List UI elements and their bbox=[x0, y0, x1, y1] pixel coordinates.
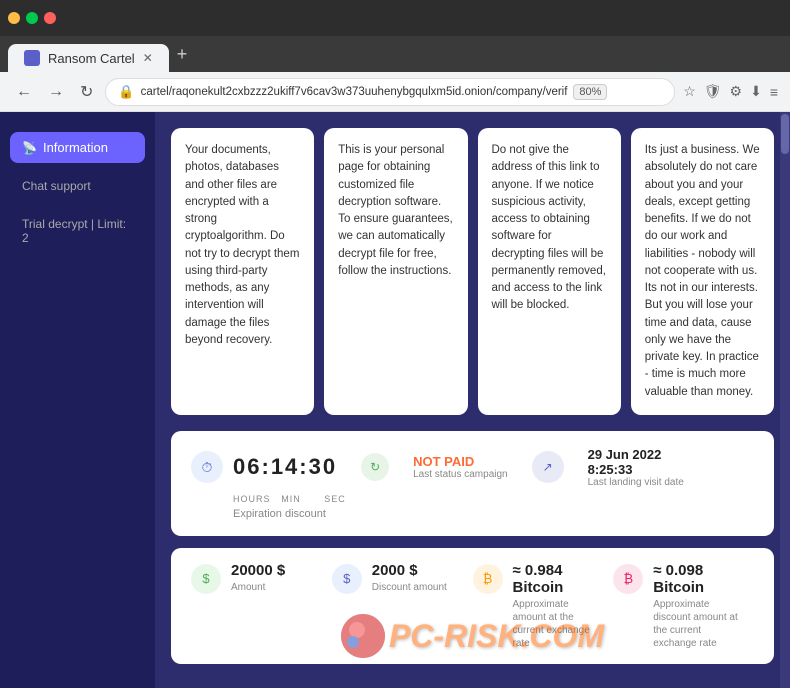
card-4: Its just a business. We absolutely do no… bbox=[631, 128, 774, 415]
timer-block: ⏱ 06:14:30 bbox=[191, 451, 337, 483]
main-area: Your documents, photos, databases and ot… bbox=[155, 112, 790, 688]
reload-button[interactable]: ↻ bbox=[76, 78, 97, 106]
amount-label-4: Approximate discount amount at the curre… bbox=[653, 598, 738, 650]
title-bar bbox=[0, 0, 790, 36]
amount-value-2: 2000 $ bbox=[372, 562, 447, 579]
timer-row: ⏱ 06:14:30 ↻ NOT PAID Last status campai… bbox=[191, 447, 754, 488]
download-icon[interactable]: ⬇ bbox=[750, 83, 762, 100]
toolbar-icons: ☆ 🛡 ⚙ ⬇ ≡ bbox=[683, 83, 778, 100]
minutes-label: MIN bbox=[277, 494, 305, 504]
bitcoin-icon-1: ₿ bbox=[473, 564, 503, 594]
page-wrapper: 📡 Information Chat support Trial decrypt… bbox=[0, 112, 790, 688]
url-text: cartel/raqonekult2cxbzzz2ukiff7v6cav3w37… bbox=[141, 86, 568, 98]
card-2-text: This is your personal page for obtaining… bbox=[338, 144, 452, 277]
page-content: 📡 Information Chat support Trial decrypt… bbox=[0, 112, 790, 688]
date-block: 29 Jun 2022 8:25:33 Last landing visit d… bbox=[588, 447, 684, 488]
address-bar: ← → ↻ 🔒 cartel/raqonekult2cxbzzz2ukiff7v… bbox=[0, 72, 790, 112]
new-tab-button[interactable]: + bbox=[169, 40, 196, 69]
shield-icon: 🛡 bbox=[704, 83, 722, 100]
amount-label-1: Amount bbox=[231, 581, 285, 594]
sidebar-item-chat[interactable]: Chat support bbox=[10, 171, 145, 201]
date-sub: Last landing visit date bbox=[588, 477, 684, 488]
close-button[interactable] bbox=[44, 12, 56, 24]
amount-label-3: Approximate amount at the current exchan… bbox=[513, 598, 598, 650]
timer-minutes: 14 bbox=[271, 454, 299, 479]
card-1: Your documents, photos, databases and ot… bbox=[171, 128, 314, 415]
forward-button[interactable]: → bbox=[44, 79, 68, 105]
amounts-row: $ 20000 $ Amount $ 2000 $ Discount amoun… bbox=[171, 548, 774, 664]
timer-digits: 06:14:30 bbox=[233, 454, 337, 480]
sidebar-item-information[interactable]: 📡 Information bbox=[10, 132, 145, 163]
bitcoin-icon-2: ₿ bbox=[613, 564, 643, 594]
status-block: NOT PAID Last status campaign bbox=[413, 454, 508, 480]
zoom-badge: 80% bbox=[573, 84, 607, 100]
card-1-text: Your documents, photos, databases and ot… bbox=[185, 144, 299, 346]
date-value: 29 Jun 2022 8:25:33 bbox=[588, 447, 684, 477]
amount-value-3: ≈ 0.984 Bitcoin bbox=[513, 562, 598, 596]
expiration-label: Expiration discount bbox=[233, 508, 754, 520]
status-sub: Last status campaign bbox=[413, 469, 508, 480]
minimize-button[interactable] bbox=[8, 12, 20, 24]
amount-block-3: ₿ ≈ 0.984 Bitcoin Approximate amount at … bbox=[473, 562, 614, 650]
trending-icon: ↗ bbox=[532, 451, 564, 483]
card-4-text: Its just a business. We absolutely do no… bbox=[645, 144, 760, 398]
amount-label-2: Discount amount bbox=[372, 581, 447, 594]
active-tab[interactable]: Ransom Cartel ✕ bbox=[8, 44, 169, 72]
card-3-text: Do not give the address of this link to … bbox=[492, 144, 606, 311]
scrollbar[interactable] bbox=[780, 112, 790, 688]
timer-hours: 06 bbox=[233, 454, 261, 479]
sidebar-trial-label: Trial decrypt | Limit: 2 bbox=[22, 217, 126, 245]
radio-icon: 📡 bbox=[22, 141, 37, 155]
sidebar: 📡 Information Chat support Trial decrypt… bbox=[0, 112, 155, 688]
url-box[interactable]: 🔒 cartel/raqonekult2cxbzzz2ukiff7v6cav3w… bbox=[105, 78, 675, 106]
sidebar-item-trial[interactable]: Trial decrypt | Limit: 2 bbox=[10, 209, 145, 253]
status-not-paid: NOT PAID bbox=[413, 454, 508, 469]
tab-title: Ransom Cartel bbox=[48, 51, 135, 66]
timer-seconds: 30 bbox=[309, 454, 337, 479]
window-controls bbox=[8, 12, 56, 24]
timer-section: ⏱ 06:14:30 ↻ NOT PAID Last status campai… bbox=[171, 431, 774, 536]
browser-frame: Ransom Cartel ✕ + ← → ↻ 🔒 cartel/raqonek… bbox=[0, 0, 790, 688]
cards-row: Your documents, photos, databases and ot… bbox=[171, 128, 774, 415]
tab-bar: Ransom Cartel ✕ + bbox=[0, 36, 790, 72]
clock-icon: ⏱ bbox=[191, 451, 223, 483]
back-button[interactable]: ← bbox=[12, 79, 36, 105]
tab-close-button[interactable]: ✕ bbox=[143, 51, 153, 65]
sidebar-chat-label: Chat support bbox=[22, 179, 91, 193]
amount-block-1: $ 20000 $ Amount bbox=[191, 562, 332, 650]
bookmark-icon[interactable]: ☆ bbox=[683, 83, 696, 100]
sidebar-information-label: Information bbox=[43, 140, 108, 155]
menu-icon[interactable]: ≡ bbox=[770, 84, 778, 100]
amount-block-2: $ 2000 $ Discount amount bbox=[332, 562, 473, 650]
amount-block-4: ₿ ≈ 0.098 Bitcoin Approximate discount a… bbox=[613, 562, 754, 650]
maximize-button[interactable] bbox=[26, 12, 38, 24]
dollar-icon-2: $ bbox=[332, 564, 362, 594]
dollar-icon-1: $ bbox=[191, 564, 221, 594]
seconds-label: SEC bbox=[321, 494, 349, 504]
amount-value-1: 20000 $ bbox=[231, 562, 285, 579]
hours-label: HOURS bbox=[233, 494, 261, 504]
refresh-icon: ↻ bbox=[361, 453, 389, 481]
extension-icon[interactable]: ⚙ bbox=[730, 83, 743, 100]
tab-favicon bbox=[24, 50, 40, 66]
card-2: This is your personal page for obtaining… bbox=[324, 128, 467, 415]
timer-labels: HOURS MIN SEC bbox=[233, 494, 754, 504]
amount-value-4: ≈ 0.098 Bitcoin bbox=[653, 562, 738, 596]
card-3: Do not give the address of this link to … bbox=[478, 128, 621, 415]
